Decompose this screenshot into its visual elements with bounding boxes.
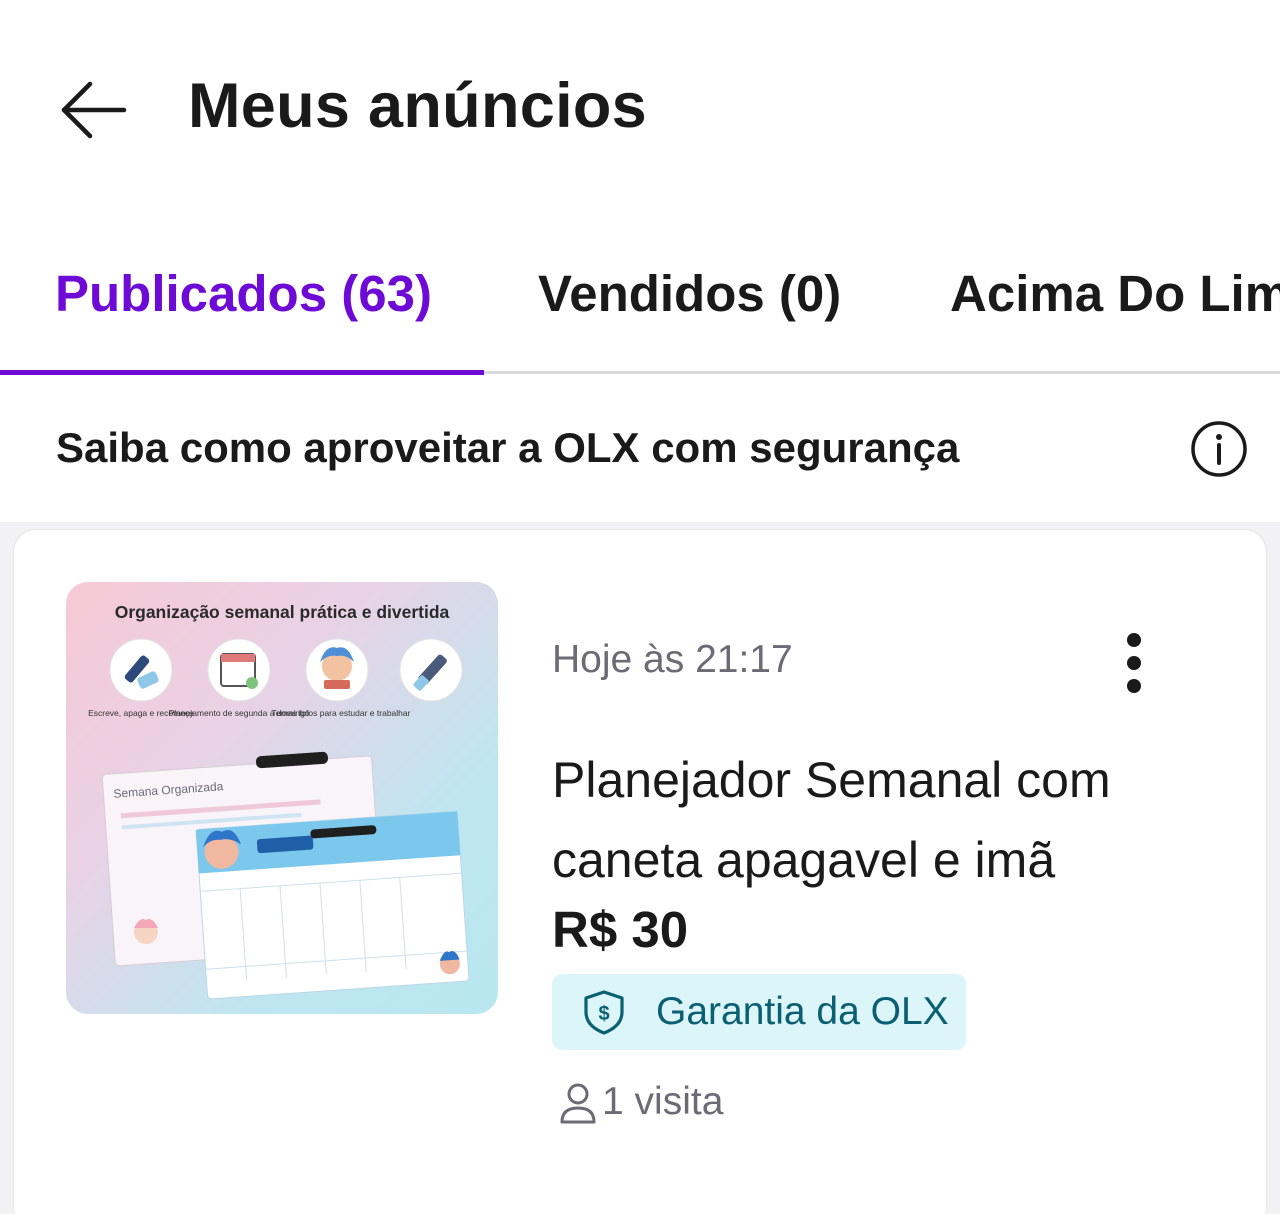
arrow-left-icon (61, 81, 127, 139)
back-button[interactable] (56, 72, 132, 148)
tab-sold[interactable]: Vendidos (0) (538, 264, 841, 323)
calendar-icon (207, 638, 271, 702)
thumb-feature-3: Temas fofos para estudar e trabalhar (272, 708, 411, 718)
listing-thumbnail[interactable]: Organização semanal prática e divertida (66, 582, 498, 1014)
olx-guarantee-badge: $ Garantia da OLX (552, 974, 966, 1050)
badge-label: Garantia da OLX (656, 990, 949, 1033)
thumb-headline: Organização semanal prática e divertida (115, 602, 450, 622)
page-title: Meus anúncios (188, 71, 647, 141)
tab-active-indicator (0, 370, 484, 375)
safety-text: Saiba como aproveitar a OLX com seguranç… (56, 424, 960, 471)
more-vertical-icon (1127, 633, 1141, 693)
app-header: Meus anúncios (0, 0, 1280, 215)
planner-product-image: Organização semanal prática e divertida (88, 602, 470, 1000)
person-icon (558, 1082, 598, 1126)
svg-text:$: $ (598, 1003, 609, 1025)
listing-card[interactable]: Organização semanal prática e divertida (14, 530, 1266, 1214)
my-ads-page: Meus anúncios Publicados (63) Vendidos (… (0, 0, 1280, 1214)
listing-title[interactable]: Planejador Semanal com caneta apagavel e… (552, 740, 1192, 900)
more-options-button[interactable] (1106, 630, 1162, 696)
pencil-eraser-icon (109, 638, 173, 702)
mascot-icon (305, 638, 369, 702)
visits-text: 1 visita (602, 1080, 724, 1123)
info-button[interactable] (1190, 420, 1248, 478)
safety-banner[interactable]: Saiba como aproveitar a OLX com seguranç… (0, 376, 1280, 522)
tab-above-limit[interactable]: Acima Do Lim (950, 264, 1280, 323)
tab-bar: Publicados (63) Vendidos (0) Acima Do Li… (0, 240, 1280, 376)
info-icon (1191, 421, 1247, 477)
shield-dollar-icon: $ (580, 988, 628, 1036)
listing-date: Hoje às 21:17 (552, 638, 793, 681)
marker-icon (399, 638, 463, 702)
listing-price: R$ 30 (552, 901, 689, 958)
tab-published[interactable]: Publicados (63) (55, 264, 432, 323)
